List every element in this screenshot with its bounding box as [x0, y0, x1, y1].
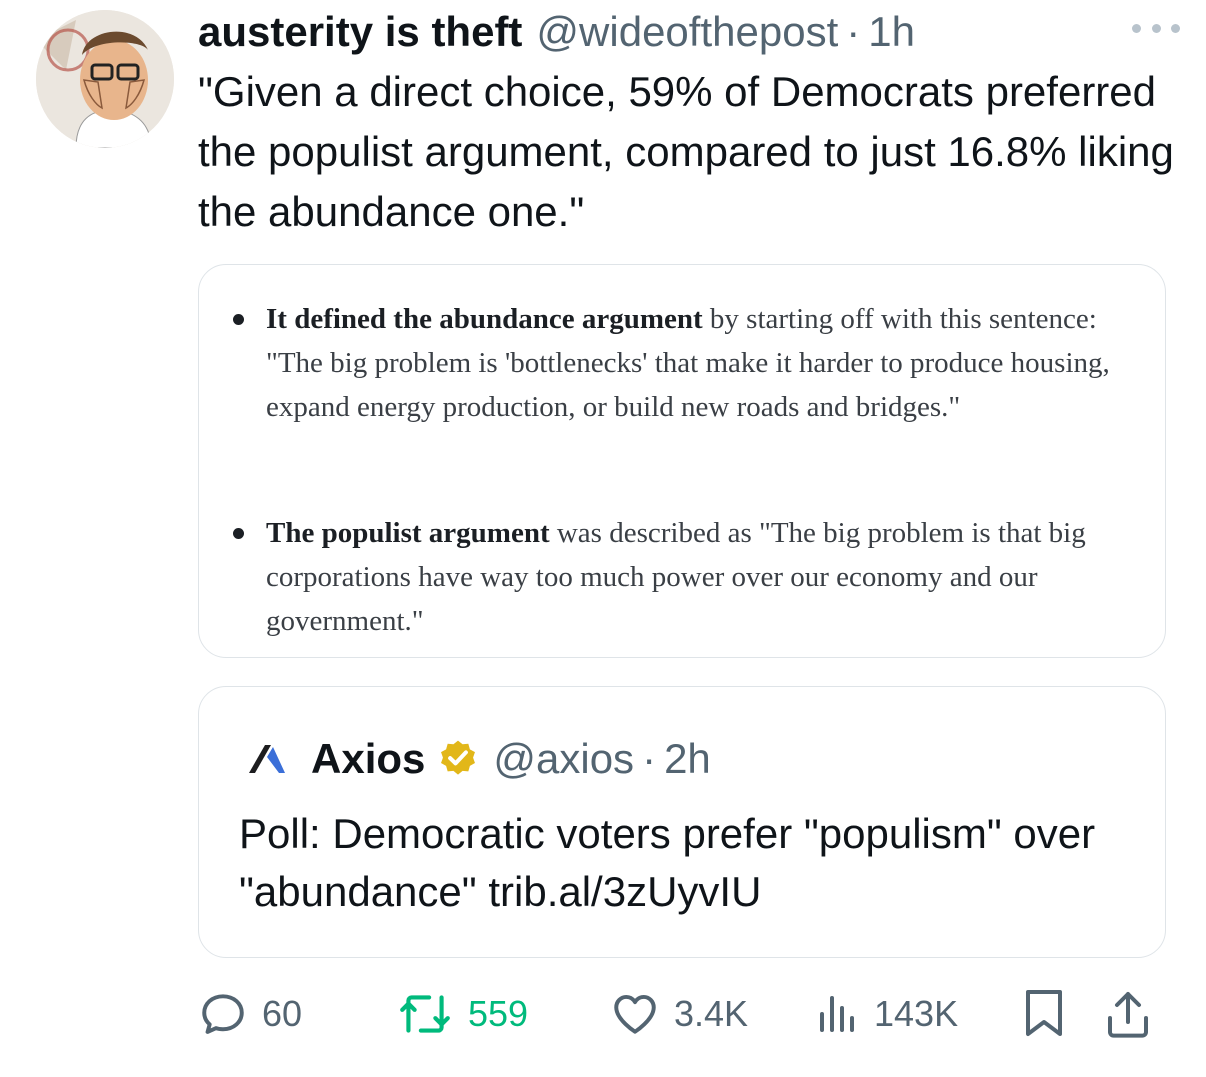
axios-logo-icon — [249, 745, 285, 773]
list-item: It defined the abundance argument by sta… — [233, 297, 1133, 429]
tweet-timestamp[interactable]: 1h — [868, 4, 915, 60]
header-separator: · — [846, 8, 861, 55]
more-options-button[interactable] — [1132, 16, 1180, 40]
quoted-tweet[interactable]: Axios @axios · 2h Poll: Democratic voter… — [198, 686, 1166, 958]
views-count: 143K — [874, 993, 959, 1034]
quoted-tweet-text: Poll: Democratic voters prefer "populism… — [239, 810, 1096, 915]
tweet-action-bar: 60 559 3.4K 143K — [198, 982, 1166, 1046]
bullet-marker — [233, 528, 244, 539]
author-display-name[interactable]: austerity is theft — [198, 4, 522, 60]
cartoon-avatar-icon — [36, 10, 174, 148]
bullet-bold-text: The populist argument — [266, 517, 550, 549]
retweet-icon — [400, 995, 450, 1033]
quoted-author-name[interactable]: Axios — [311, 735, 425, 783]
tweet-header: austerity is theft @wideofthepost · 1h — [198, 4, 1186, 60]
like-count: 3.4K — [674, 993, 749, 1034]
quoted-header-separator: · — [642, 735, 657, 782]
share-icon — [1108, 992, 1148, 1038]
list-item: The populist argument was described as "… — [233, 511, 1133, 643]
bookmark-icon — [1026, 990, 1062, 1036]
quoted-author-handle[interactable]: @axios — [493, 735, 634, 783]
bullet-bold-text: It defined the abundance argument — [266, 303, 703, 335]
like-button[interactable]: 3.4K — [610, 982, 748, 1046]
gold-verified-badge-icon — [441, 740, 476, 775]
like-icon — [614, 994, 656, 1034]
bullet-marker — [233, 314, 244, 325]
retweet-button[interactable]: 559 — [396, 982, 528, 1046]
reply-icon — [202, 994, 244, 1034]
share-button[interactable] — [1106, 982, 1150, 1046]
quoted-timestamp[interactable]: 2h — [664, 735, 711, 783]
quoted-tweet-header: Axios @axios · 2h — [247, 731, 711, 787]
retweet-count: 559 — [468, 993, 529, 1034]
tweet-text: "Given a direct choice, 59% of Democrats… — [198, 68, 1174, 235]
attached-image[interactable]: It defined the abundance argument by sta… — [198, 264, 1166, 658]
views-icon — [820, 996, 854, 1032]
author-handle[interactable]: @wideofthepost — [536, 4, 838, 60]
reply-button[interactable]: 60 — [198, 982, 302, 1046]
more-dots-icon — [1132, 23, 1141, 33]
bookmark-button[interactable] — [1022, 982, 1066, 1046]
reply-count: 60 — [262, 993, 303, 1034]
author-avatar[interactable] — [36, 10, 174, 148]
views-button[interactable]: 143K — [816, 982, 958, 1046]
